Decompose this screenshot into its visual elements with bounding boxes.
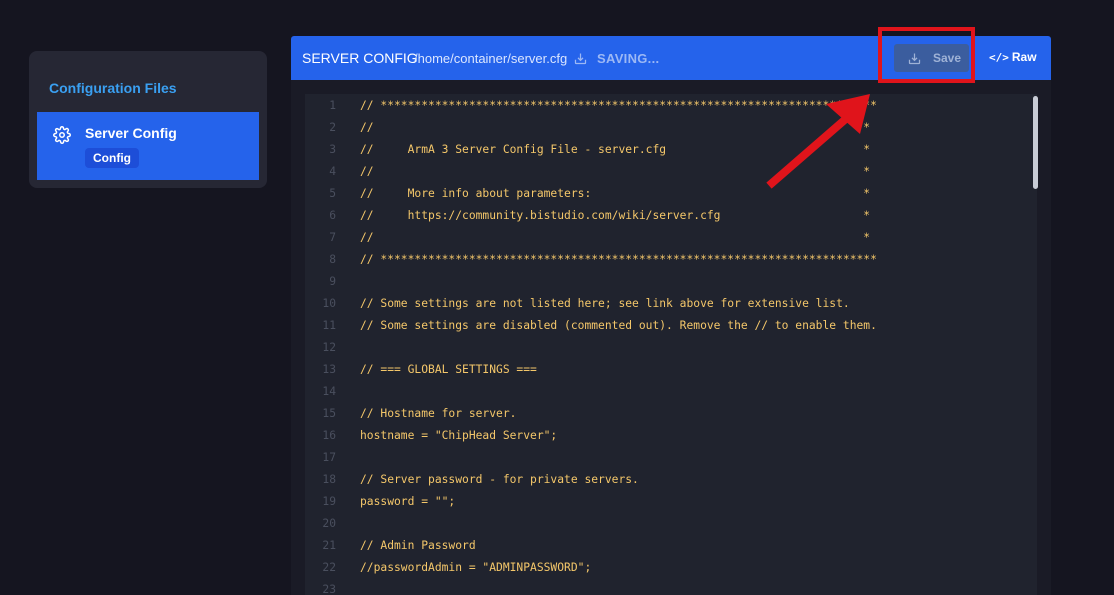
line-number: 3 [329,143,336,156]
line-number: 15 [322,407,336,420]
line-number: 13 [322,363,336,376]
line-number: 14 [322,385,336,398]
line-number: 7 [329,231,336,244]
code-text: //passwordAdmin = "ADMINPASSWORD"; [360,561,592,574]
code-text: // Admin Password [360,539,476,552]
code-text: // *************************************… [360,253,877,266]
sidebar-title: Configuration Files [49,80,177,96]
code-line: 20 [305,513,1025,535]
code-text: // Some settings are not listed here; se… [360,297,850,310]
line-number: 20 [322,517,336,530]
line-number: 8 [329,253,336,266]
code-line: 15 // Hostname for server. [305,403,1025,425]
code-line: 6 // https://community.bistudio.com/wiki/… [305,205,1025,227]
line-number: 9 [329,275,336,288]
config-badge: Config [85,148,139,168]
sidebar-item-label: Server Config [85,125,177,141]
code-line: 4// * [305,161,1025,183]
code-text: // Hostname for server. [360,407,517,420]
line-number: 10 [322,297,336,310]
sidebar-item-server-config[interactable]: Server Config Config [37,112,259,180]
line-number: 16 [322,429,336,442]
code-line: 9 [305,271,1025,293]
code-text: // https://community.bistudio.com/wiki/s… [360,209,871,222]
code-text: // * [360,231,871,244]
code-line: 1// ************************************… [305,95,1025,117]
pointer-arrow [766,94,870,189]
gear-icon [53,126,71,144]
code-text: // === GLOBAL SETTINGS === [360,363,537,376]
code-text: // Some settings are disabled (commented… [360,319,877,332]
code-line: 5// More info about parameters: * [305,183,1025,205]
code-area[interactable]: 1 // ************************************… [305,94,1037,595]
line-number: 23 [322,583,336,595]
code-line: 19 password = ""; [305,491,1025,513]
code-line: 2// * [305,117,1025,139]
code-line: 23 [305,579,1025,595]
code-text: // Server password - for private servers… [360,473,639,486]
line-number: 12 [322,341,336,354]
line-number: 4 [329,165,336,178]
line-number: 5 [329,187,336,200]
code-line: 10 // Some settings are not listed here; … [305,293,1025,315]
code-editor: 1 // ************************************… [291,80,1051,595]
code-icon: </> [989,51,1009,64]
code-line: 7 // * [305,227,1025,249]
code-line: 18 // Server password - for private serve… [305,469,1025,491]
line-number: 22 [322,561,336,574]
editor-scrollbar[interactable] [1033,96,1038,189]
line-number: 1 [329,99,336,112]
code-text: password = ""; [360,495,456,508]
raw-button-label: Raw [1011,50,1037,64]
line-number: 21 [322,539,336,552]
config-files-panel: Configuration Files Server Config Config [29,51,267,188]
line-number: 19 [322,495,336,508]
line-number: 18 [322,473,336,486]
line-number: 17 [322,451,336,464]
code-line: 17 [305,447,1025,469]
line-number: 11 [322,319,336,332]
code-line: 22 //passwordAdmin = "ADMINPASSWORD"; [305,557,1025,579]
line-number: 2 [329,121,336,134]
code-line: 3// ArmA 3 Server Config File - server.c… [305,139,1025,161]
saving-status: SAVING... [597,51,660,66]
page-title: SERVER CONFIG [302,50,418,66]
download-icon [574,53,587,65]
save-highlight-box [878,27,975,83]
code-line: 11 // Some settings are disabled (comment… [305,315,1025,337]
code-line: 14 [305,381,1025,403]
code-line: 21 // Admin Password [305,535,1025,557]
line-number: 6 [329,209,336,222]
code-line: 13 // === GLOBAL SETTINGS === [305,359,1025,381]
code-text: hostname = "ChipHead Server"; [360,429,558,442]
code-line: 12 [305,337,1025,359]
raw-button[interactable]: </> Raw [989,50,1037,64]
code-line: 16 hostname = "ChipHead Server"; [305,425,1025,447]
file-path: /home/container/server.cfg [414,51,568,66]
code-line: 8 // ************************************… [305,249,1025,271]
